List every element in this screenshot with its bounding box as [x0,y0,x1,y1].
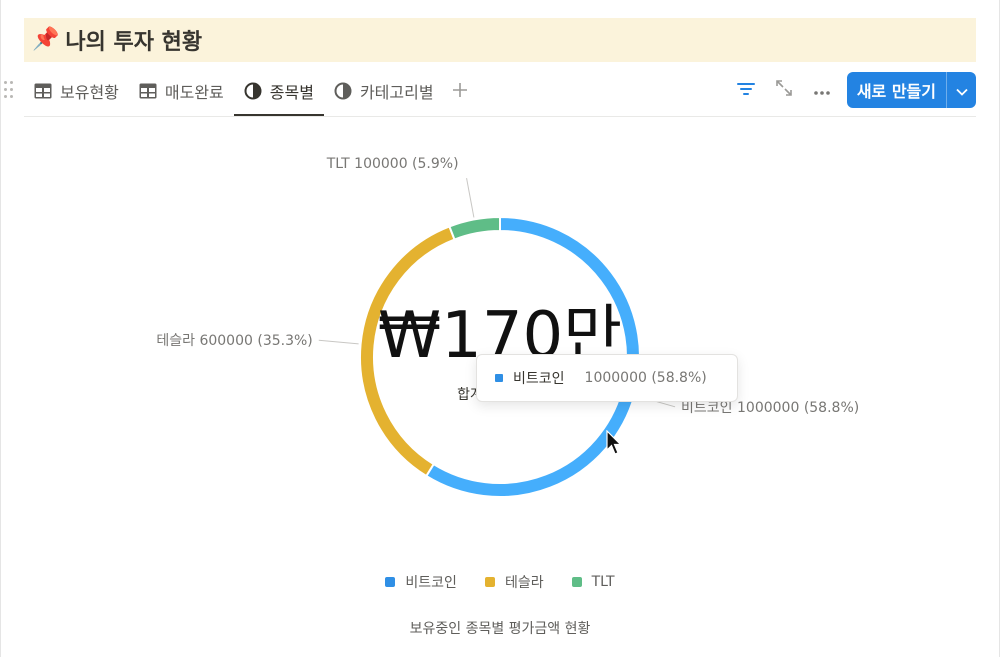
legend-item-tlt[interactable]: TLT [571,572,615,592]
legend-label: 비트코인 [405,575,457,591]
tab-by-category[interactable]: 카테고리별 [324,66,444,116]
chart-caption: 보유중인 종목별 평가금액 현황 [409,621,591,637]
expand-icon [775,79,793,101]
new-dropdown-button[interactable] [946,72,976,108]
plus-icon [452,79,468,104]
tab-by-ticker[interactable]: 종목별 [233,66,325,116]
legend-swatch [385,577,396,587]
tooltip-swatch [495,374,503,382]
table-icon [34,83,52,99]
page-title: 나의 투자 현황 [65,30,203,55]
pie-chart-icon [244,82,262,100]
tooltip-value: 1000000 (58.8%) [584,370,707,386]
new-button[interactable]: 새로 만들기 [847,72,946,108]
slice-label-bitcoin: 비트코인 1000000 (58.8%) [681,400,859,416]
donut-slice-tlt[interactable] [448,215,501,241]
chart-tooltip: 비트코인 1000000 (58.8%) [476,354,738,402]
tooltip-name: 비트코인 [513,371,565,387]
legend-label: TLT [591,574,615,590]
tab-label: 카테고리별 [359,83,434,102]
legend-label: 테슬라 [504,575,544,591]
leader-line [318,339,359,345]
tab-holdings[interactable]: 보유현황 [24,66,129,116]
view-toolbar: 새로 만들기 [727,72,976,108]
add-view-button[interactable] [444,66,476,116]
tab-sold[interactable]: 매도완료 [129,66,234,116]
legend-swatch [484,577,495,587]
expand-button[interactable] [765,72,803,108]
slice-label-tlt: TLT 100000 (5.9%) [326,156,459,172]
chevron-down-icon [955,81,968,100]
page-title-bar: 📌 나의 투자 현황 [24,18,976,62]
more-button[interactable] [803,72,841,108]
pushpin-icon: 📌 [32,27,60,52]
mouse-cursor-icon [606,429,622,460]
tab-label: 매도완료 [164,83,224,102]
table-icon [139,83,157,99]
filter-icon [736,81,755,100]
chart-legend: 비트코인 테슬라 TLT [0,572,1000,592]
legend-item-bitcoin[interactable]: 비트코인 [385,572,457,592]
leader-line [466,178,475,218]
tab-label: 보유현황 [60,83,119,102]
legend-swatch [571,577,582,587]
new-button-group: 새로 만들기 [846,72,976,108]
pie-chart-icon [334,82,352,100]
tab-label: 종목별 [269,83,314,102]
tabs-divider [24,116,976,117]
legend-item-tesla[interactable]: 테슬라 [484,572,544,592]
more-icon [813,81,831,100]
filter-button[interactable] [727,72,765,108]
drag-handle-icon[interactable] [3,80,15,100]
slice-label-tesla: 테슬라 600000 (35.3%) [156,333,312,349]
view-tabs: 보유현황 매도완료 종목별 카테고리별 [24,66,476,116]
